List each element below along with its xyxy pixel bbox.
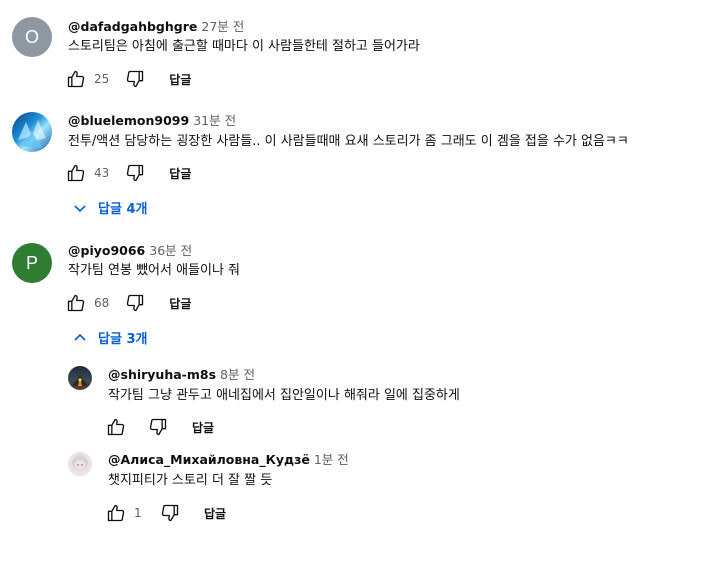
avatar[interactable]: P xyxy=(12,243,52,283)
anime-girl-avatar-image xyxy=(72,455,88,471)
reply-button[interactable]: 답글 xyxy=(204,505,226,522)
thumbs-down-icon xyxy=(161,504,179,522)
thumbs-down-icon xyxy=(127,294,144,312)
thumbs-up-icon xyxy=(107,504,125,522)
thumbs-up-icon xyxy=(67,294,85,312)
dislike-button[interactable] xyxy=(123,291,147,315)
replies-count-label: 답글 3개 xyxy=(98,332,148,347)
thumbs-up-icon xyxy=(67,70,85,88)
hide-replies-button[interactable]: 답글 3개 xyxy=(72,328,147,347)
comment-actions: 1 답글 xyxy=(104,501,226,525)
dislike-button[interactable] xyxy=(123,67,147,91)
comment-text: 챗지피티가 스토리 더 잘 짤 듯 xyxy=(108,473,273,488)
comment-actions: 43 답글 xyxy=(64,161,191,185)
avatar[interactable] xyxy=(12,112,52,152)
like-button[interactable] xyxy=(104,415,128,439)
like-count: 1 xyxy=(134,506,142,520)
reply-button[interactable]: 답글 xyxy=(169,71,191,88)
comment-author[interactable]: @Алиса_Михайловна_Кудзё xyxy=(108,452,310,467)
like-button[interactable] xyxy=(64,291,88,315)
thumbs-down-icon xyxy=(127,164,144,182)
comment-header: @dafadgahbghgre 27분 전 xyxy=(68,19,244,35)
comment-text: 전투/액션 담당하는 굉장한 사람들.. 이 사람들때매 요새 스토리가 좀 그… xyxy=(68,134,629,149)
comment-author[interactable]: @dafadgahbghgre xyxy=(68,19,197,34)
reply-button[interactable]: 답글 xyxy=(192,419,214,436)
thumbs-up-icon xyxy=(107,418,125,436)
thumbs-down-icon xyxy=(149,418,167,436)
comment-text: 스토리팀은 아침에 출근할 때마다 이 사람들한테 절하고 들어가라 xyxy=(68,39,420,54)
comment-actions: 68 답글 xyxy=(64,291,191,315)
like-button[interactable] xyxy=(64,161,88,185)
like-count: 25 xyxy=(94,72,110,86)
comment-actions: 답글 xyxy=(104,415,214,439)
comment-author[interactable]: @shiryuha-m8s xyxy=(108,367,216,382)
thumbs-down-icon xyxy=(127,70,144,88)
comment-time[interactable]: 1분 전 xyxy=(314,452,349,467)
comment-time[interactable]: 27분 전 xyxy=(201,19,244,34)
comment-header: @shiryuha-m8s 8분 전 xyxy=(108,367,255,383)
like-button[interactable] xyxy=(104,501,128,525)
comment-header: @piyo9066 36분 전 xyxy=(68,243,192,259)
dislike-button[interactable] xyxy=(146,415,170,439)
comment-time[interactable]: 31분 전 xyxy=(193,113,236,128)
chevron-up-icon xyxy=(74,333,86,341)
comment-text: 작가팀 그냥 관두고 애네집에서 집안일이나 해줘라 일에 집중하게 xyxy=(108,388,460,403)
like-count: 43 xyxy=(94,166,110,180)
comment-text: 작가팀 연봉 뺐어서 애들이나 줘 xyxy=(68,263,241,278)
comment-header: @bluelemon9099 31분 전 xyxy=(68,113,236,129)
avatar[interactable]: O xyxy=(12,17,52,57)
comment-author[interactable]: @piyo9066 xyxy=(68,243,145,258)
like-button[interactable] xyxy=(64,67,88,91)
like-count: 68 xyxy=(94,296,110,310)
avatar-letter: P xyxy=(25,252,38,273)
comment-time[interactable]: 8분 전 xyxy=(220,367,255,382)
avatar[interactable] xyxy=(68,452,92,476)
reply-button[interactable]: 답글 xyxy=(169,165,191,182)
dislike-button[interactable] xyxy=(158,501,182,525)
show-replies-button[interactable]: 답글 4개 xyxy=(72,198,147,217)
comment-author[interactable]: @bluelemon9099 xyxy=(68,113,189,128)
replies-count-label: 답글 4개 xyxy=(98,202,148,217)
campfire-avatar-image xyxy=(72,375,88,386)
chevron-down-icon xyxy=(74,204,86,212)
comment-time[interactable]: 36분 전 xyxy=(149,243,192,258)
avatar-letter: O xyxy=(24,26,39,47)
dislike-button[interactable] xyxy=(123,161,147,185)
comment-actions: 25 답글 xyxy=(64,67,191,91)
reply-button[interactable]: 답글 xyxy=(169,295,191,312)
ice-avatar-image xyxy=(18,120,46,148)
thumbs-up-icon xyxy=(67,164,85,182)
avatar[interactable] xyxy=(68,366,92,390)
comment-header: @Алиса_Михайловна_Кудзё 1분 전 xyxy=(108,452,349,468)
